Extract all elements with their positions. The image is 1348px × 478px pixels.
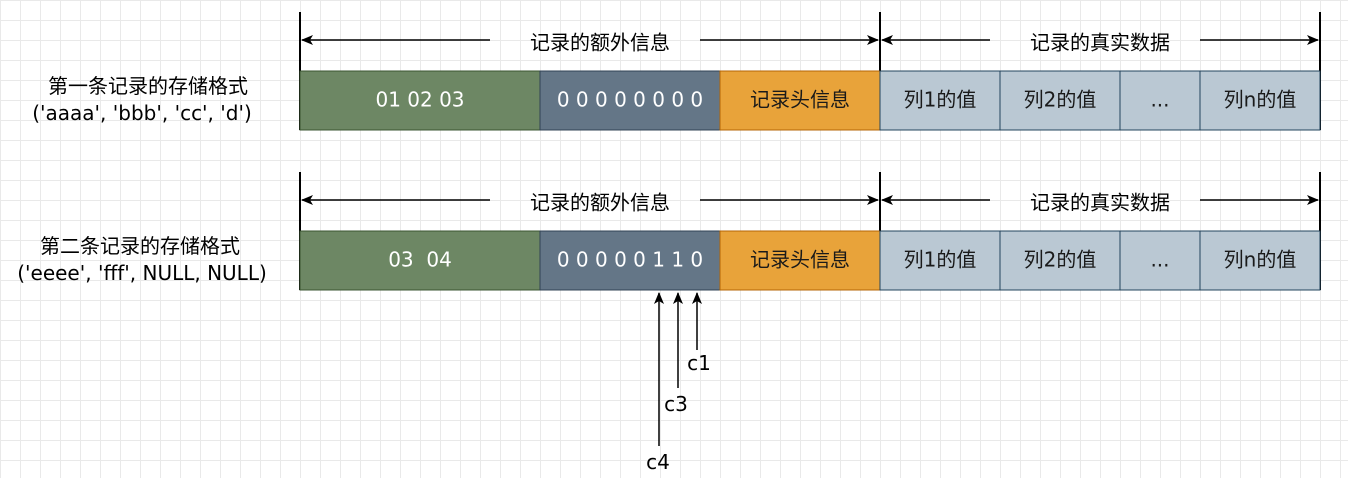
ellipsis-text: ... — [1150, 88, 1169, 112]
column-n-text: 列n的值 — [1224, 248, 1297, 272]
real-data-label: 记录的真实数据 — [1030, 191, 1170, 215]
row-2-extra-info-span: 记录的额外信息 — [301, 191, 879, 215]
ellipsis-text: ... — [1150, 248, 1169, 272]
null-list-text: 0 0 0 0 0 0 0 0 — [557, 88, 703, 112]
row-2-segments: 03 04 0 0 0 0 0 1 1 0 记录头信息 列1的值 列2的值 ..… — [299, 230, 1321, 291]
column-1-text: 列1的值 — [904, 248, 977, 272]
real-data-label: 记录的真实数据 — [1030, 31, 1170, 55]
record-header-text: 记录头信息 — [750, 88, 850, 112]
row-1-title: 第一条记录的存储格式 — [48, 74, 248, 98]
row-2-title: 第二条记录的存储格式 — [40, 234, 240, 258]
pointer-c4-label: c4 — [646, 450, 670, 474]
var-len-field-text: 01 02 03 — [375, 88, 464, 112]
row-1-extra-info-span: 记录的额外信息 — [301, 31, 879, 55]
row-1-values: ('aaaa', 'bbb', 'cc', 'd') — [32, 101, 252, 125]
null-list-text: 0 0 0 0 0 1 1 0 — [557, 248, 703, 272]
column-1-text: 列1的值 — [904, 88, 977, 112]
row-1-real-data-span: 记录的真实数据 — [881, 31, 1319, 55]
pointer-c3-label: c3 — [664, 392, 688, 416]
row-2-values: ('eeee', 'fff', NULL, NULL) — [17, 261, 267, 285]
null-bit-pointers: c1 c3 c4 — [646, 292, 711, 474]
record-format-diagram: 第一条记录的存储格式 ('aaaa', 'bbb', 'cc', 'd') 记录… — [17, 12, 1321, 474]
row-1: 第一条记录的存储格式 ('aaaa', 'bbb', 'cc', 'd') 记录… — [32, 12, 1321, 131]
column-2-text: 列2的值 — [1024, 88, 1097, 112]
row-2-real-data-span: 记录的真实数据 — [881, 191, 1319, 215]
var-len-field-text: 03 04 — [388, 248, 452, 272]
extra-info-label: 记录的额外信息 — [530, 31, 670, 55]
pointer-c1-label: c1 — [687, 351, 711, 375]
row-2: 第二条记录的存储格式 ('eeee', 'fff', NULL, NULL) 记… — [17, 172, 1321, 291]
record-header-text: 记录头信息 — [750, 248, 850, 272]
row-1-segments: 01 02 03 0 0 0 0 0 0 0 0 记录头信息 列1的值 列2的值… — [299, 70, 1321, 131]
column-2-text: 列2的值 — [1024, 248, 1097, 272]
extra-info-label: 记录的额外信息 — [530, 191, 670, 215]
column-n-text: 列n的值 — [1224, 88, 1297, 112]
